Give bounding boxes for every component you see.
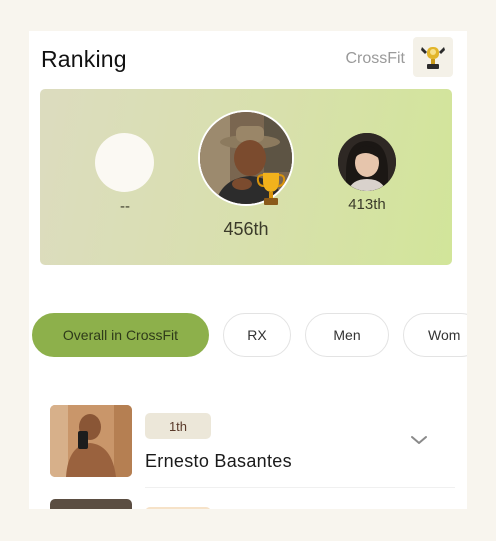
ranking-card: Ranking CrossFit -- 456th 413th Overall … (29, 31, 467, 509)
tab-women[interactable]: Wom (403, 313, 467, 357)
tab-overall[interactable]: Overall in CrossFit (32, 313, 209, 357)
row-divider (145, 487, 455, 488)
podium-center-rank: 456th (223, 219, 269, 239)
list-item[interactable] (29, 499, 467, 509)
tab-rx[interactable]: RX (223, 313, 291, 357)
page-title: Ranking (41, 46, 127, 72)
third-avatar[interactable] (338, 133, 396, 191)
rank-badge (145, 507, 211, 509)
crossfit-logo-button[interactable] (413, 37, 453, 77)
crossfit-trophy-logo-icon (421, 47, 445, 69)
podium-left-rank: -- (120, 198, 130, 215)
podium-right-rank: 413th (348, 196, 386, 213)
tab-men[interactable]: Men (305, 313, 389, 357)
rank-badge: 1th (145, 413, 211, 439)
trophy-icon (256, 173, 286, 205)
empty-avatar[interactable] (95, 133, 154, 192)
athlete-photo (50, 405, 132, 477)
filter-tabs: Overall in CrossFit RX Men Wom (32, 313, 467, 357)
chevron-down-icon[interactable] (410, 431, 428, 449)
third-photo (338, 133, 396, 191)
athlete-photo (50, 499, 132, 509)
category-label: CrossFit (345, 50, 405, 67)
athlete-name: Ernesto Basantes (145, 451, 292, 471)
podium-panel: -- 456th 413th (40, 89, 452, 265)
list-item[interactable]: 1th Ernesto Basantes (29, 399, 467, 489)
